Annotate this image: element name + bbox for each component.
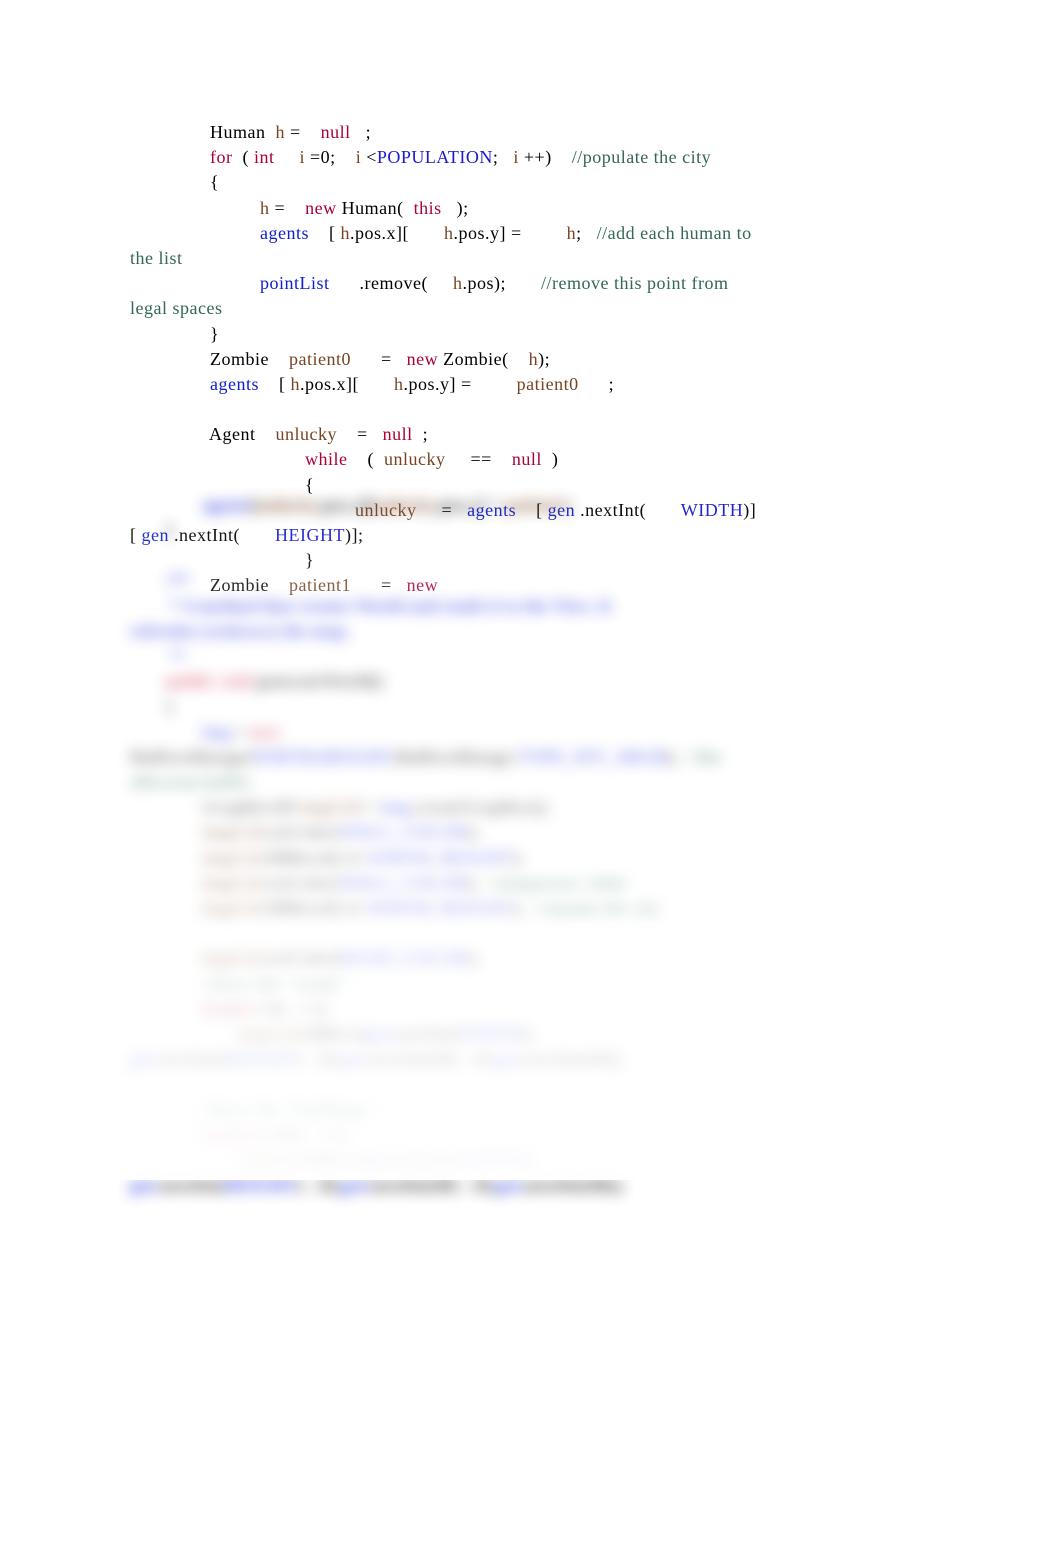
code-line: Agent unlucky = null ; [130, 422, 1002, 447]
code-line: the list [0, 246, 1002, 271]
code-line: Human h = null ; [130, 120, 1002, 145]
code-line [130, 397, 1002, 422]
code-line: pointList .remove( h.pos); //remove this… [130, 271, 1002, 296]
code-line: agents [ h.pos.x][ h.pos.y] = h; //add e… [130, 221, 1002, 246]
code-line: legal spaces [0, 296, 1002, 321]
code-line: while ( unlucky == null ) [130, 447, 1002, 472]
code-line: agents [ h.pos.x][ h.pos.y] = patient0 ; [130, 372, 1002, 397]
code-line: { [130, 170, 1002, 195]
code-line: Zombie patient0 = new Zombie( h); [130, 347, 1002, 372]
code-line: } [130, 322, 1002, 347]
code-line: h = new Human( this ); [130, 196, 1002, 221]
blurred-code-preview: agents[unlucky.pos.x][unlucky.pos.y] = p… [0, 493, 1062, 1093]
code-line: for ( int i =0; i <POPULATION; i ++) //p… [130, 145, 1002, 170]
